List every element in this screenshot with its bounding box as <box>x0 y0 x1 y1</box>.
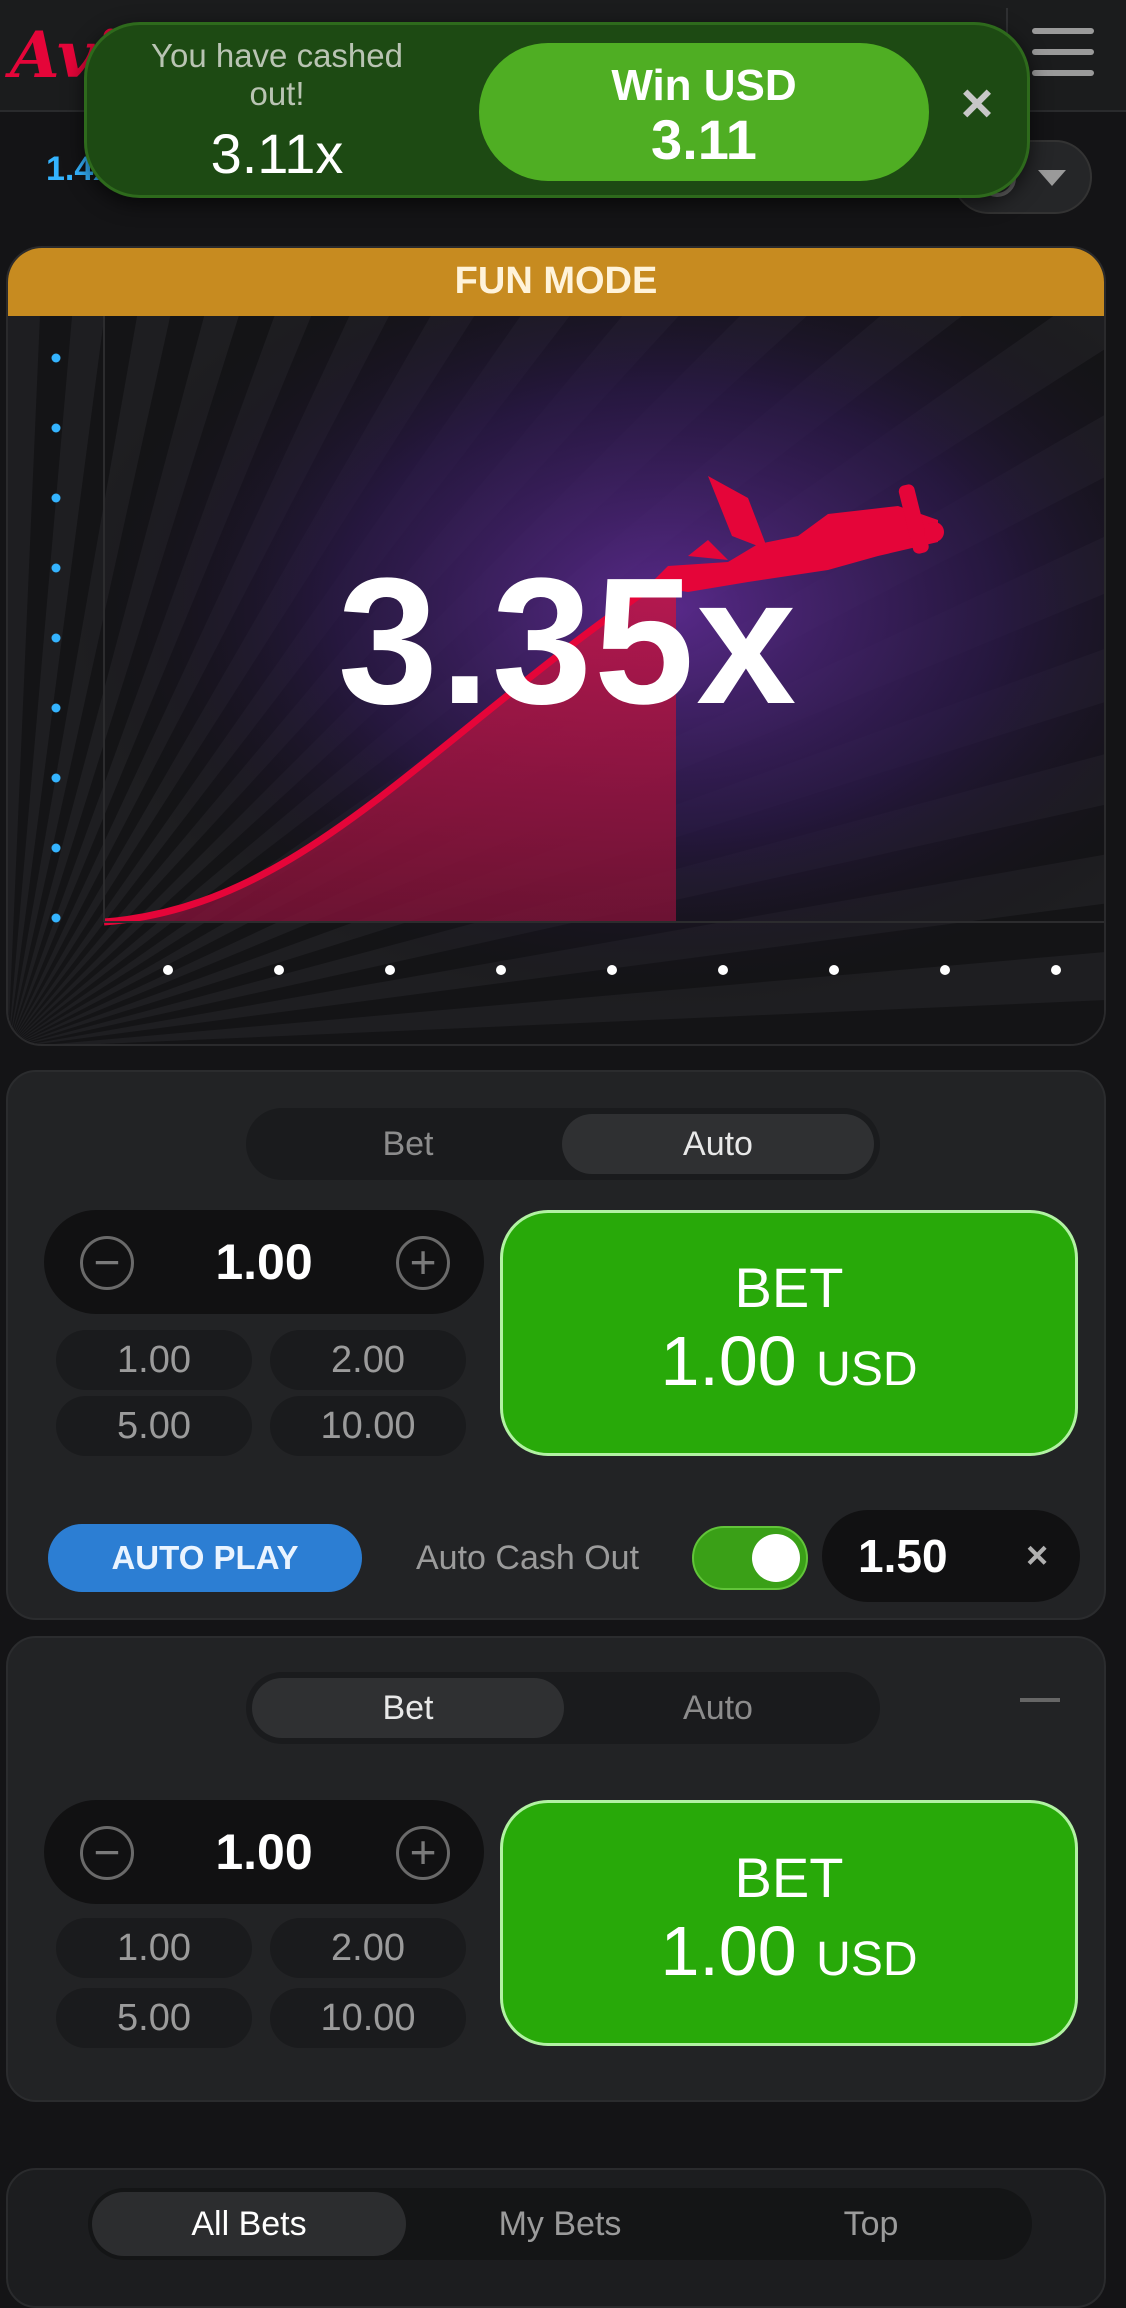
remove-panel-icon[interactable] <box>1020 1698 1060 1702</box>
bet-amount-stepper: − 1.00 + <box>44 1800 484 1904</box>
bet-amount-stepper: − 1.00 + <box>44 1210 484 1314</box>
bet-panel-2: Bet Auto − 1.00 + 1.00 2.00 5.00 10.00 B… <box>6 1636 1106 2102</box>
auto-cashout-field[interactable]: 1.50 × <box>822 1510 1080 1602</box>
minus-icon[interactable]: − <box>80 1826 134 1880</box>
bets-tabs: All Bets My Bets Top <box>88 2188 1032 2260</box>
cashout-message: You have cashed out! <box>151 37 403 112</box>
close-icon[interactable]: × <box>947 73 1007 133</box>
game-canvas: FUN MODE 3.35x <box>6 246 1106 1046</box>
bet-button-currency: USD <box>816 1933 918 1986</box>
x-axis-dot <box>607 965 617 975</box>
bet-button-amount: 1.00 <box>660 1912 797 1990</box>
quick-amount-button[interactable]: 1.00 <box>56 1918 252 1978</box>
quick-amount-button[interactable]: 2.00 <box>270 1918 466 1978</box>
chevron-down-icon <box>1038 170 1066 186</box>
plus-icon[interactable]: + <box>396 1236 450 1290</box>
bets-list-panel: All Bets My Bets Top <box>6 2168 1106 2308</box>
fun-mode-banner: FUN MODE <box>8 248 1104 316</box>
bet-panel-1: Bet Auto − 1.00 + 1.00 2.00 5.00 10.00 B… <box>6 1070 1106 1620</box>
toggle-knob <box>752 1534 800 1582</box>
plus-icon[interactable]: + <box>396 1826 450 1880</box>
tab-all-bets[interactable]: All Bets <box>92 2192 406 2256</box>
bet-amount-input[interactable]: 1.00 <box>134 1800 394 1904</box>
bet-button-currency: USD <box>816 1343 918 1396</box>
tab-bet[interactable]: Bet <box>252 1678 564 1738</box>
y-axis-dot <box>51 493 61 503</box>
x-axis-dot <box>496 965 506 975</box>
cashout-toast: You have cashed out! 3.11x Win USD 3.11 … <box>84 22 1030 198</box>
tab-auto[interactable]: Auto <box>562 1678 874 1738</box>
x-axis-dot <box>385 965 395 975</box>
win-amount: 3.11 <box>651 108 757 171</box>
auto-cashout-label: Auto Cash Out <box>416 1539 640 1577</box>
y-axis-dot <box>51 423 61 433</box>
x-axis-dot <box>718 965 728 975</box>
auto-cashout-toggle[interactable] <box>692 1526 808 1590</box>
x-axis-dot <box>940 965 950 975</box>
x-axis-dot <box>1051 965 1061 975</box>
bet-button-amount: 1.00 <box>660 1322 797 1400</box>
current-multiplier: 3.35x <box>337 541 799 742</box>
bet-amount-input[interactable]: 1.00 <box>134 1210 394 1314</box>
auto-cashout-value[interactable]: 1.50 <box>858 1510 948 1602</box>
quick-amount-button[interactable]: 1.00 <box>56 1330 252 1390</box>
cashout-multiplier: 3.11x <box>210 122 344 185</box>
auto-play-button[interactable]: AUTO PLAY <box>48 1524 362 1592</box>
hamburger-menu-icon[interactable] <box>1032 28 1094 76</box>
quick-amount-button[interactable]: 2.00 <box>270 1330 466 1390</box>
tab-auto[interactable]: Auto <box>562 1114 874 1174</box>
tab-my-bets[interactable]: My Bets <box>403 2192 717 2256</box>
bet-button-label: BET <box>734 1256 844 1319</box>
y-axis-dot <box>51 353 61 363</box>
x-axis-dot <box>274 965 284 975</box>
bet-button[interactable]: BET 1.00 USD <box>500 1800 1078 2046</box>
y-axis-dot <box>51 913 61 923</box>
bet-button[interactable]: BET 1.00 USD <box>500 1210 1078 1456</box>
y-axis-dot <box>51 843 61 853</box>
tab-top[interactable]: Top <box>714 2192 1028 2256</box>
quick-amount-button[interactable]: 10.00 <box>270 1988 466 2048</box>
quick-amount-button[interactable]: 10.00 <box>270 1396 466 1456</box>
x-axis-dot <box>163 965 173 975</box>
x-axis-dot <box>829 965 839 975</box>
bet-button-label: BET <box>734 1846 844 1909</box>
quick-amount-button[interactable]: 5.00 <box>56 1396 252 1456</box>
win-label: Win USD <box>611 61 797 110</box>
bet-mode-tabs: Bet Auto <box>246 1672 880 1744</box>
minus-icon[interactable]: − <box>80 1236 134 1290</box>
win-badge: Win USD 3.11 <box>479 43 929 181</box>
y-axis-dot <box>51 773 61 783</box>
tab-bet[interactable]: Bet <box>252 1114 564 1174</box>
clear-icon[interactable]: × <box>1026 1510 1048 1602</box>
quick-amount-button[interactable]: 5.00 <box>56 1988 252 2048</box>
bet-mode-tabs: Bet Auto <box>246 1108 880 1180</box>
